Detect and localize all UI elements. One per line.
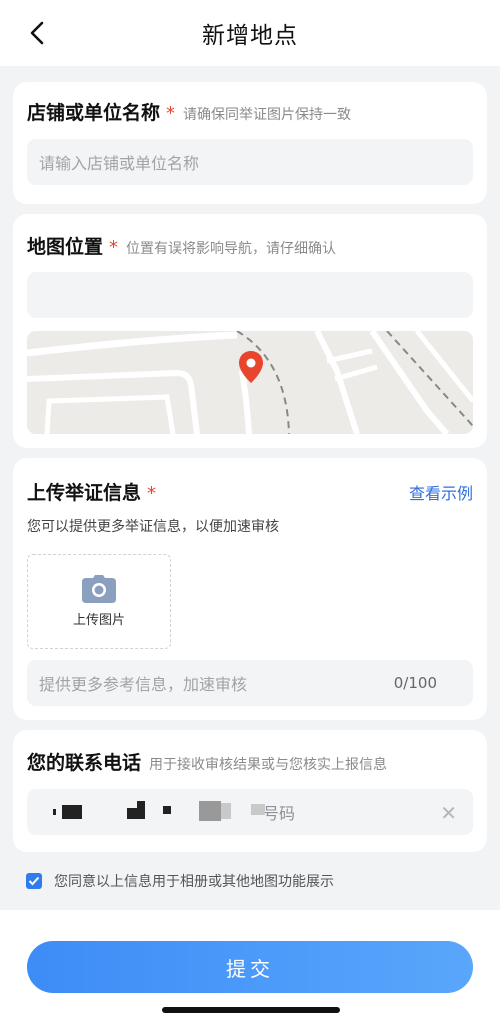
required-mark: * — [147, 483, 157, 504]
contact-hint: 用于接收审核结果或与您核实上报信息 — [149, 757, 388, 773]
char-counter: 0/100 — [393, 674, 437, 692]
upload-image-label: 上传图片 — [72, 613, 125, 628]
contact-title: 您的联系电话 — [27, 752, 142, 774]
evidence-card: 上传举证信息 * 查看示例 您可以提供更多举证信息，以便加速审核 上传图片 提供… — [13, 458, 487, 720]
shop-name-hint: 请确保同举证图片保持一致 — [183, 107, 352, 123]
agreement-checkbox[interactable] — [26, 873, 42, 889]
back-button[interactable] — [22, 18, 52, 48]
clear-icon[interactable]: ✕ — [440, 801, 457, 825]
phone-redacted — [39, 789, 279, 835]
agreement-row: 您同意以上信息用于相册或其他地图功能展示 — [26, 871, 334, 891]
reference-note-input[interactable]: 提供更多参考信息，加速审核 0/100 — [27, 660, 473, 706]
upload-image-button[interactable]: 上传图片 — [27, 554, 171, 649]
home-indicator — [162, 1007, 340, 1013]
page-title: 新增地点 — [202, 23, 298, 49]
shop-name-input[interactable]: 请输入店铺或单位名称 — [27, 139, 473, 185]
map-preview[interactable] — [27, 331, 473, 434]
contact-header: 您的联系电话 用于接收审核结果或与您核实上报信息 — [27, 748, 387, 775]
map-location-card: 地图位置 * 位置有误将影响导航，请仔细确认 — [13, 214, 487, 448]
map-location-hint: 位置有误将影响导航，请仔细确认 — [126, 241, 337, 257]
back-arrow-icon — [30, 21, 44, 45]
submit-button[interactable]: 提交 — [27, 941, 473, 993]
location-pin-icon — [239, 351, 263, 383]
view-example-link[interactable]: 查看示例 — [409, 480, 473, 504]
agreement-text: 您同意以上信息用于相册或其他地图功能展示 — [54, 874, 334, 890]
phone-input[interactable]: 号码 ✕ — [27, 789, 473, 835]
shop-name-card: 店铺或单位名称 * 请确保同举证图片保持一致 请输入店铺或单位名称 — [13, 82, 487, 204]
nav-bar: 新增地点 — [0, 0, 500, 66]
footer-bar: 提交 — [0, 910, 500, 1024]
required-mark: * — [109, 237, 119, 258]
evidence-description: 您可以提供更多举证信息，以便加速审核 — [27, 519, 279, 535]
shop-name-title: 店铺或单位名称 — [27, 102, 161, 124]
map-location-header: 地图位置 * 位置有误将影响导航，请仔细确认 — [27, 232, 336, 259]
reference-note-placeholder: 提供更多参考信息，加速审核 — [39, 675, 248, 694]
contact-card: 您的联系电话 用于接收审核结果或与您核实上报信息 号码 ✕ — [13, 730, 487, 852]
required-mark: * — [166, 103, 176, 124]
evidence-title: 上传举证信息 — [27, 482, 142, 504]
shop-name-placeholder: 请输入店铺或单位名称 — [39, 154, 200, 173]
camera-icon — [82, 575, 116, 603]
evidence-header: 上传举证信息 * — [27, 478, 156, 505]
checkmark-icon — [28, 876, 40, 886]
map-location-title: 地图位置 — [27, 236, 104, 258]
shop-name-header: 店铺或单位名称 * 请确保同举证图片保持一致 — [27, 98, 351, 125]
address-field[interactable] — [27, 272, 473, 318]
